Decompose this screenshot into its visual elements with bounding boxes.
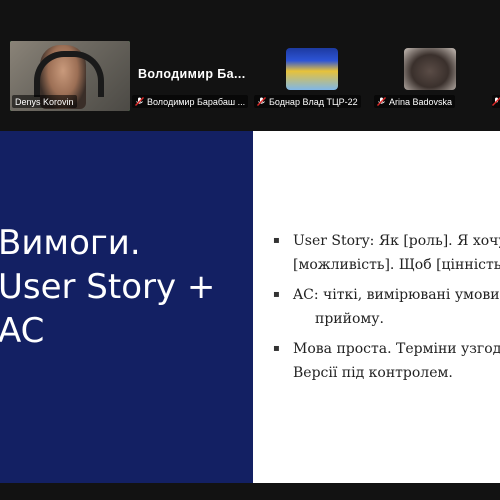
bullet-text: [можливість]. Щоб [цінність]. <box>293 257 500 273</box>
mic-off-icon <box>135 97 144 106</box>
slide-content-panel: User Story: Як [роль]. Я хочу [можливіст… <box>253 131 500 483</box>
participant-strip: Denys Korovin Володимир Ба... Володимир … <box>0 0 500 126</box>
slide-title-panel: Вимоги. User Story + AC <box>0 131 253 483</box>
bullet-text: User Story: Як [роль]. Я хочу <box>293 233 500 249</box>
participant-name: Боднар Влад ТЦР-22 <box>269 96 358 107</box>
participant-name: Володимир Барабаш ... <box>147 96 246 107</box>
shared-slide: Вимоги. User Story + AC User Story: Як [… <box>0 131 500 483</box>
bullet-item: User Story: Як [роль]. Я хочу [можливіст… <box>273 229 500 277</box>
mic-off-icon <box>492 97 500 106</box>
bullet-text: AC: чіткі, вимірювані умови <box>293 287 500 303</box>
bullet-text: прийому. <box>315 311 384 327</box>
participant-avatar <box>286 48 338 90</box>
participant-display-name: Володимир Ба... <box>138 67 246 81</box>
bullet-text: Мова проста. Терміни узгодж <box>293 341 500 357</box>
participant-tile-bodnar[interactable]: Боднар Влад ТЦР-22 <box>252 41 372 111</box>
bottom-bar <box>0 483 500 500</box>
participant-name: Arina Badovska <box>389 96 453 107</box>
participant-name: Denys Korovin <box>15 96 74 107</box>
participant-name-label: Боднар Влад ТЦР-22 <box>254 95 361 108</box>
slide-title-line: User Story + <box>0 267 216 307</box>
mic-off-icon <box>377 97 386 106</box>
participant-tile-partial[interactable] <box>492 41 500 111</box>
bullet-text: Версії під контролем. <box>293 365 453 381</box>
participant-tile-arina[interactable]: Arina Badovska <box>372 41 492 111</box>
slide-title-line: Вимоги. <box>0 223 141 263</box>
participant-name-label: Володимир Барабаш ... <box>132 95 249 108</box>
participant-tile-denys[interactable]: Denys Korovin <box>10 41 130 111</box>
participant-avatar <box>404 48 456 90</box>
mic-off-icon <box>257 97 266 106</box>
slide-title: Вимоги. User Story + AC <box>0 221 215 353</box>
participant-tile-barabash[interactable]: Володимир Ба... Володимир Барабаш ... <box>130 41 250 111</box>
participant-name-label: Arina Badovska <box>374 95 456 108</box>
bullet-item: AC: чіткі, вимірювані умови прийому. <box>273 283 500 331</box>
participant-name-label: Denys Korovin <box>12 95 77 108</box>
bullet-list: User Story: Як [роль]. Я хочу [можливіст… <box>273 229 500 391</box>
slide-title-line: AC <box>0 311 45 351</box>
bullet-item: Мова проста. Терміни узгодж Версії під к… <box>273 337 500 385</box>
participant-name-label <box>492 95 500 108</box>
headphones-shape <box>34 51 104 97</box>
